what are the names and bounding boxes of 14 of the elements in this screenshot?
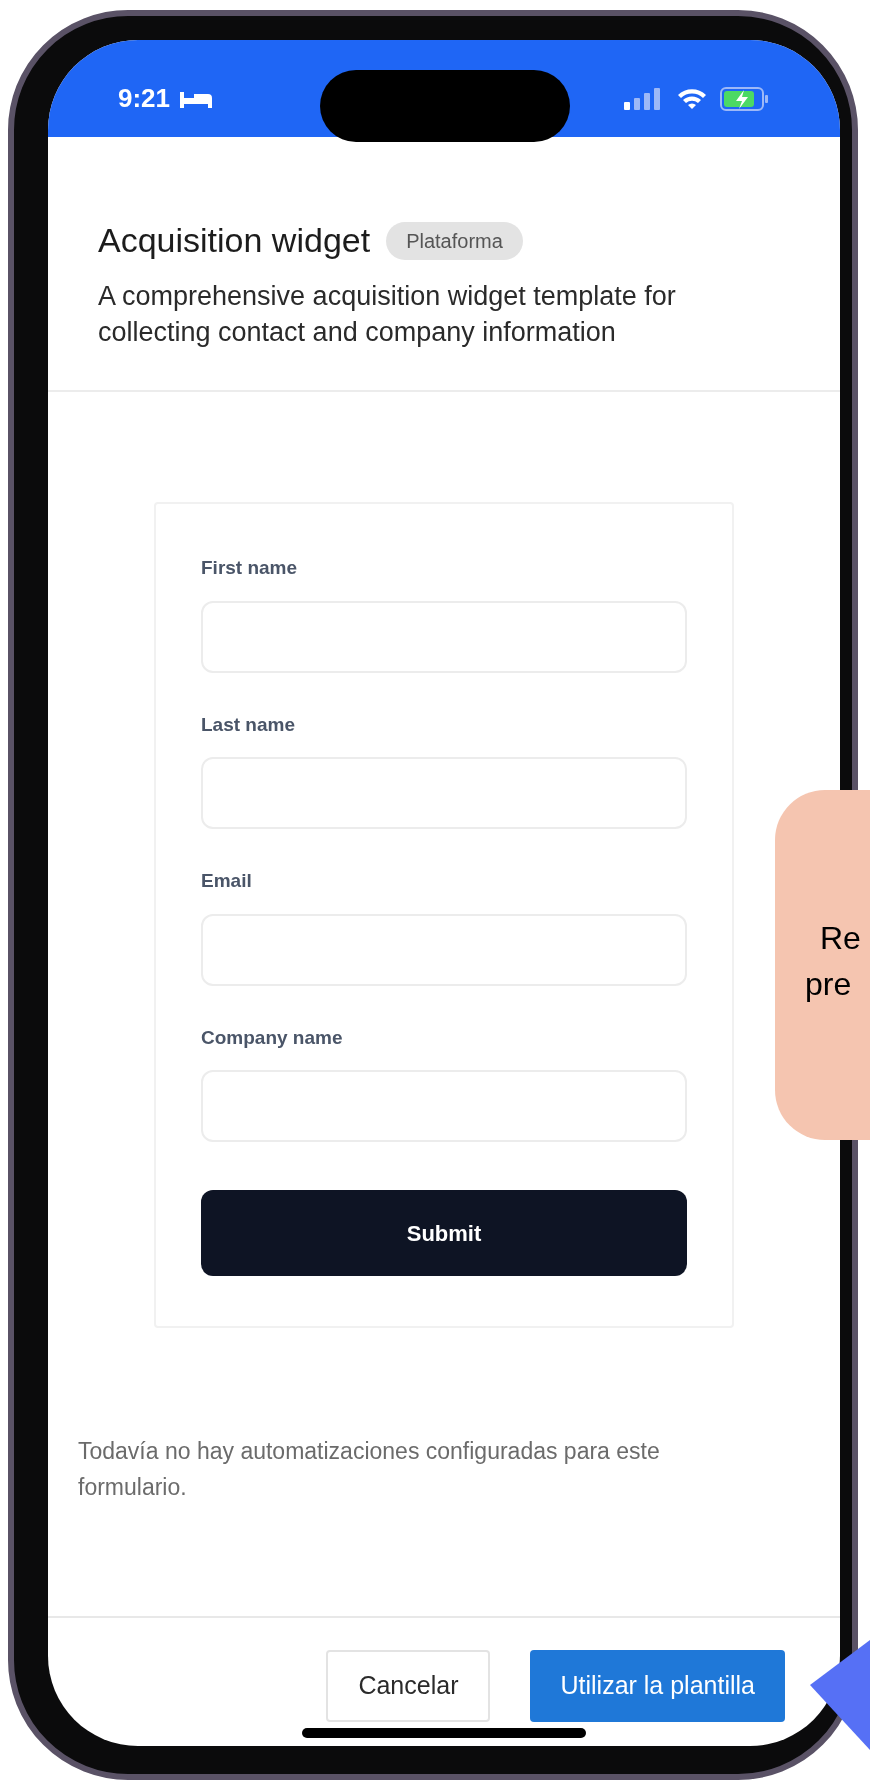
category-badge: Plataforma xyxy=(386,221,523,260)
page-description: A comprehensive acquisition widget template for collecting contact and company information xyxy=(98,280,677,349)
status-time: 9:21 xyxy=(118,82,171,115)
callout-text: Re xyxy=(819,919,861,958)
page-title: Acquisition widget xyxy=(98,220,371,261)
field-label: Email xyxy=(201,869,253,893)
callout-text: pre xyxy=(805,965,852,1004)
info-text: Todavía no hay automatizaciones configuradas para este formulario. xyxy=(77,1437,661,1502)
submit-button[interactable]: Submit xyxy=(201,1190,687,1276)
field-label: First name xyxy=(201,556,299,580)
field-label: Last name xyxy=(201,712,296,737)
cancel-button[interactable]: Cancelar xyxy=(326,1650,491,1722)
use-template-button[interactable]: Utilizar la plantilla xyxy=(530,1650,785,1722)
field-label: Company name xyxy=(201,1025,344,1050)
